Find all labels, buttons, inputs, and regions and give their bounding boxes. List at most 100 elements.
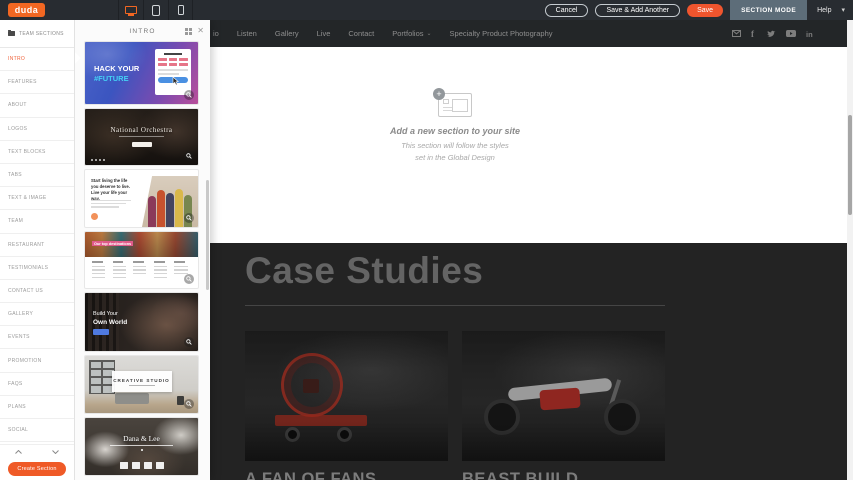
nav-label: Listen — [237, 29, 257, 38]
facebook-icon[interactable]: f — [751, 29, 757, 38]
sidebar-item-plans[interactable]: PLANS — [0, 396, 74, 419]
thumbnail-life-coaching[interactable]: Start living the life you deserve to liv… — [85, 170, 198, 227]
thumbnail-build-your-own-world[interactable]: Build Your Own World — [85, 293, 198, 351]
dirt-bike-image — [462, 331, 665, 461]
section-mode-badge: SECTION MODE — [730, 0, 807, 20]
panel-scrollbar-thumb[interactable] — [206, 180, 209, 290]
grid-view-icon[interactable] — [185, 28, 192, 35]
case-studies-title: Case Studies — [245, 250, 665, 292]
wheel-shape — [484, 399, 520, 435]
twitter-icon[interactable] — [767, 30, 776, 38]
site-nav-item-portfolios[interactable]: Portfolios ⌄ — [392, 29, 431, 38]
thumb-heading: Dana & Lee — [85, 434, 198, 443]
sidebar-item-about[interactable]: ABOUT — [0, 94, 74, 117]
links-table — [92, 261, 191, 281]
sidebar-item-text-blocks[interactable]: TEXT BLOCKS — [0, 141, 74, 164]
placeholder-line — [443, 110, 452, 111]
mobile-icon — [178, 5, 184, 15]
zoom-preview-icon[interactable] — [184, 337, 194, 347]
youtube-icon[interactable] — [786, 30, 796, 37]
sidebar-item-gallery[interactable]: GALLERY — [0, 303, 74, 326]
bike-body-shape — [508, 378, 613, 402]
sidebar-item-faqs[interactable]: FAQS — [0, 373, 74, 396]
section-thumbnail-list: HACK YOUR #FUTURE National Orchestra — [85, 42, 198, 480]
section-category-list: INTRO FEATURES ABOUT LOGOS TEXT BLOCKS T… — [0, 48, 74, 442]
sidebar-item-testimonials[interactable]: TESTIMONIALS — [0, 257, 74, 280]
thumbnail-national-orchestra[interactable]: National Orchestra — [85, 109, 198, 165]
linkedin-icon[interactable]: in — [806, 30, 814, 38]
sidebar-item-intro[interactable]: INTRO — [0, 48, 74, 71]
thumb-heading: Build Your Own World — [93, 310, 127, 328]
cursor-icon — [172, 77, 179, 86]
chevron-down-icon: ⌄ — [427, 30, 432, 37]
sidebar-item-features[interactable]: FEATURES — [0, 71, 74, 94]
zoom-preview-icon[interactable] — [184, 399, 194, 409]
nav-label: Portfolios — [392, 29, 423, 38]
site-nav-item-contact[interactable]: Contact — [348, 29, 374, 38]
thumb-center-card: CREATIVE STUDIO — [112, 371, 172, 392]
panel-title: INTRO — [129, 28, 155, 35]
sidebar-item-contact-us[interactable]: CONTACT US — [0, 280, 74, 303]
thumbnail-creative-studio[interactable]: CREATIVE STUDIO — [85, 356, 198, 413]
team-sections-header: TEAM SECTIONS — [0, 20, 74, 48]
bike-tank-shape — [539, 388, 580, 411]
site-nav-item-gallery[interactable]: Gallery — [275, 29, 299, 38]
chevron-down-icon[interactable]: ▾ — [841, 6, 853, 14]
sidebar-item-tabs[interactable]: TABS — [0, 164, 74, 187]
thumbnail-top-destinations[interactable]: Our top destinations — [85, 232, 198, 288]
save-button[interactable]: Save — [687, 4, 723, 17]
thumbnail-hack-your-future[interactable]: HACK YOUR #FUTURE — [85, 42, 198, 104]
sidebar-item-social[interactable]: SOCIAL — [0, 419, 74, 442]
wheel-shape — [604, 399, 640, 435]
nav-label: Specialty Product Photography — [450, 29, 553, 38]
thumb-heading: National Orchestra — [85, 126, 198, 134]
sidebar-item-text-image[interactable]: TEXT & IMAGE — [0, 187, 74, 210]
sections-sidebar: TEAM SECTIONS INTRO FEATURES ABOUT LOGOS… — [0, 20, 75, 480]
zoom-preview-icon[interactable] — [184, 274, 194, 284]
section-placeholder-icon: + — [438, 93, 472, 117]
scroll-up-button[interactable] — [0, 445, 37, 459]
duda-logo: duda — [8, 3, 45, 17]
panel-header: INTRO ✕ — [75, 20, 210, 42]
save-add-another-button[interactable]: Save & Add Another — [595, 4, 680, 17]
site-social-icons: f in — [732, 20, 814, 47]
email-icon[interactable] — [732, 30, 741, 37]
zoom-preview-icon[interactable] — [184, 213, 194, 223]
intro-sections-panel: INTRO ✕ HACK YOUR #FUTURE Natio — [75, 20, 210, 480]
nav-label: io — [213, 29, 219, 38]
sidebar-pager — [0, 444, 74, 459]
fan-cart-image — [245, 331, 448, 461]
site-nav-item-specialty[interactable]: Specialty Product Photography — [450, 29, 553, 38]
site-nav-item-listen[interactable]: Listen — [237, 29, 257, 38]
title-divider — [245, 305, 665, 306]
svg-text:in: in — [806, 30, 813, 38]
help-button[interactable]: Help — [807, 7, 841, 14]
case-study-heading: A FAN OF FANS — [245, 470, 448, 480]
scroll-down-button[interactable] — [37, 445, 74, 459]
nav-label: Gallery — [275, 29, 299, 38]
page-scrollbar-thumb[interactable] — [848, 115, 852, 215]
create-section-button[interactable]: Create Section — [8, 462, 66, 476]
tablet-view-button[interactable] — [143, 0, 168, 20]
tablet-icon — [152, 5, 160, 16]
cancel-button[interactable]: Cancel — [545, 4, 589, 17]
sidebar-item-logos[interactable]: LOGOS — [0, 118, 74, 141]
zoom-preview-icon[interactable] — [184, 90, 194, 100]
site-nav-item[interactable]: io — [213, 29, 219, 38]
thumbnail-dana-and-lee[interactable]: Dana & Lee — [85, 418, 198, 475]
zoom-preview-icon[interactable] — [184, 151, 194, 161]
folder-icon — [8, 31, 15, 36]
chair-shape — [177, 396, 184, 405]
sidebar-item-team[interactable]: TEAM — [0, 210, 74, 233]
fan-hub-shape — [303, 379, 319, 393]
sidebar-item-promotion[interactable]: PROMOTION — [0, 349, 74, 372]
site-nav-item-live[interactable]: Live — [317, 29, 331, 38]
close-icon[interactable]: ✕ — [197, 27, 204, 35]
countdown-boxes — [85, 462, 198, 469]
thumb-cta-button — [158, 77, 188, 83]
sidebar-item-events[interactable]: EVENTS — [0, 326, 74, 349]
sidebar-item-restaurant[interactable]: RESTAURANT — [0, 234, 74, 257]
placeholder-square — [443, 99, 449, 104]
mobile-view-button[interactable] — [168, 0, 193, 20]
desktop-view-button[interactable] — [118, 0, 143, 20]
